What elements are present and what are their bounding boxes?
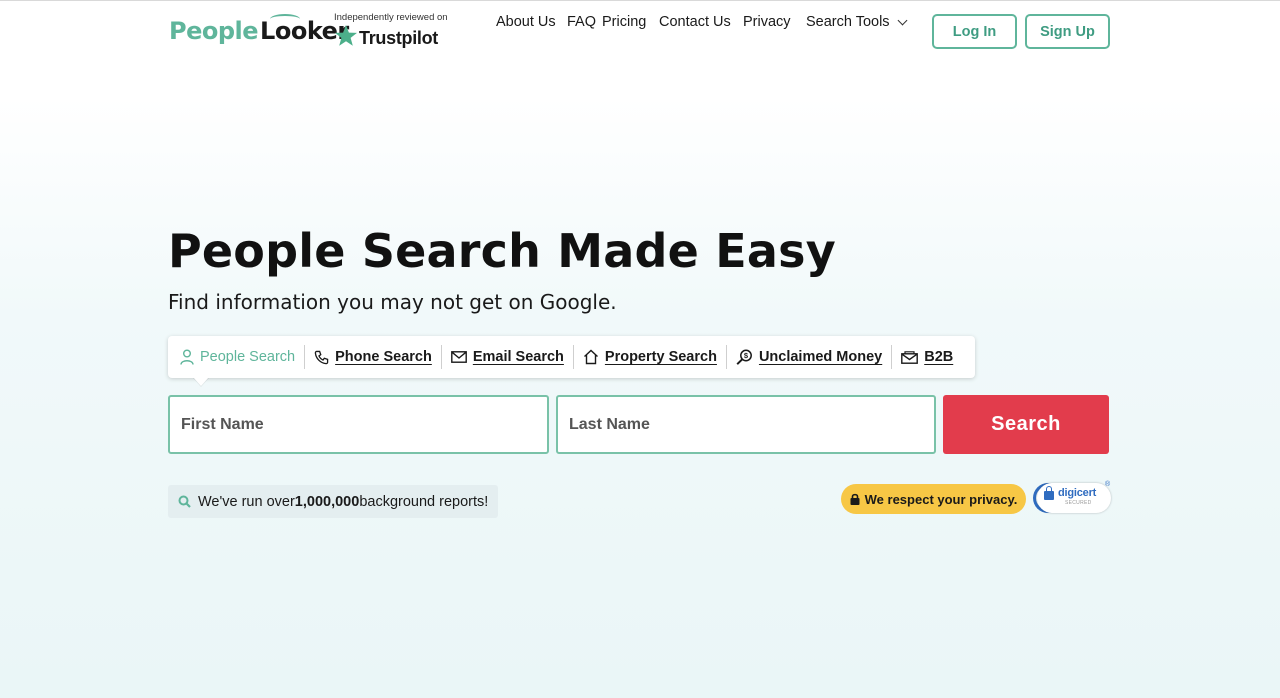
login-button[interactable]: Log In: [932, 14, 1017, 49]
logo-text-people: People: [169, 17, 259, 45]
phone-icon: [314, 350, 329, 364]
signup-button[interactable]: Sign Up: [1025, 14, 1110, 49]
tab-label: Unclaimed Money: [758, 349, 883, 365]
svg-text:$: $: [744, 351, 749, 360]
envelope-icon: [450, 351, 467, 363]
house-icon: [583, 349, 598, 365]
tab-people-search[interactable]: People Search: [180, 345, 304, 369]
hero-subtitle: Find information you may not get on Goog…: [168, 290, 617, 314]
digicert-seal[interactable]: digicert SECURED ®: [1033, 481, 1111, 515]
nav-about-us[interactable]: About Us: [496, 14, 556, 30]
trustpilot-caption: Independently reviewed on: [334, 12, 448, 23]
tab-label: Phone Search: [335, 349, 432, 365]
active-tab-pointer: [193, 377, 209, 386]
nav-search-tools-label: Search Tools: [806, 14, 890, 30]
search-button[interactable]: Search: [943, 395, 1109, 454]
digicert-name: digicert: [1058, 487, 1097, 499]
magnifier-dollar-icon: $: [736, 349, 752, 365]
reports-suffix: background reports!: [359, 493, 489, 510]
privacy-label: We respect your privacy.: [864, 491, 1018, 507]
last-name-input[interactable]: [556, 395, 936, 454]
tab-property-search[interactable]: Property Search: [574, 345, 726, 369]
search-type-tabs: People Search Phone Search Email Search …: [168, 336, 975, 378]
trustpilot-badge[interactable]: Independently reviewed on Trustpilot: [334, 12, 459, 52]
first-name-input[interactable]: [168, 395, 549, 454]
logo-arc-mark: [270, 14, 301, 24]
nav-contact-us[interactable]: Contact Us: [659, 14, 731, 30]
reports-prefix: We've run over: [198, 493, 295, 510]
tab-b2b[interactable]: B2B: [892, 345, 962, 369]
trustpilot-name: Trustpilot: [359, 28, 438, 48]
tab-email-search[interactable]: Email Search: [442, 345, 573, 369]
privacy-badge[interactable]: We respect your privacy.: [841, 484, 1026, 514]
nav-faq[interactable]: FAQ: [567, 14, 596, 30]
reports-count-banner: We've run over 1,000,000 background repo…: [168, 485, 499, 518]
tab-label: B2B: [924, 349, 954, 365]
nav-search-tools-dropdown[interactable]: Search Tools: [806, 14, 908, 30]
digicert-registered-mark: ®: [1105, 481, 1111, 488]
tab-label: Property Search: [604, 349, 717, 365]
business-envelope-icon: [901, 350, 919, 364]
site-header: People Looker Independently reviewed on …: [0, 0, 1280, 64]
tab-label: Email Search: [472, 349, 564, 365]
lock-icon: [850, 493, 860, 505]
tab-label: People Search: [200, 349, 296, 365]
trustpilot-star-icon: [335, 25, 357, 46]
nav-pricing[interactable]: Pricing: [602, 14, 646, 30]
reports-count: 1,000,000: [294, 493, 360, 510]
search-icon: [178, 495, 191, 508]
digicert-lock-icon: [1044, 486, 1054, 500]
hero-title: People Search Made Easy: [168, 224, 836, 278]
peoplelooker-logo[interactable]: People Looker: [169, 14, 349, 46]
tab-unclaimed-money[interactable]: $ Unclaimed Money: [727, 345, 891, 369]
person-icon: [180, 349, 194, 365]
nav-privacy[interactable]: Privacy: [743, 14, 791, 30]
tab-phone-search[interactable]: Phone Search: [305, 345, 441, 369]
chevron-down-icon: [897, 15, 908, 25]
digicert-secured-label: SECURED: [1065, 500, 1092, 506]
